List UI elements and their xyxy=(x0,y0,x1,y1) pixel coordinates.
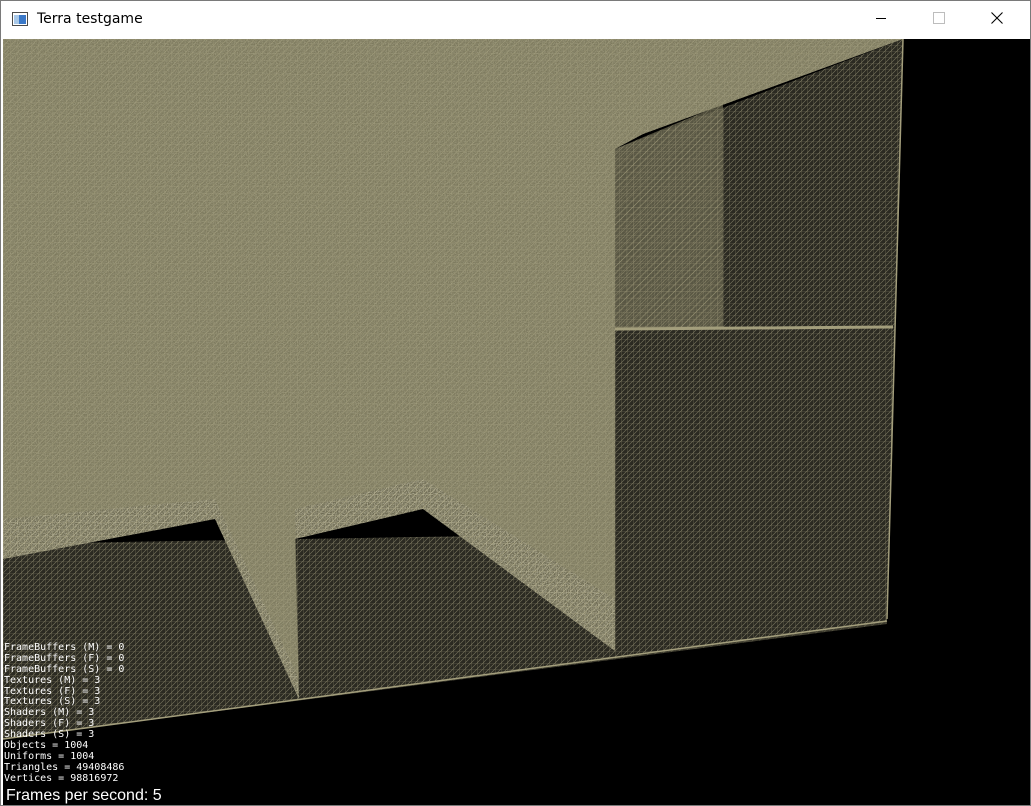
terrain-seam xyxy=(614,325,894,331)
minimize-icon xyxy=(875,11,887,29)
title-bar[interactable]: Terra testgame xyxy=(1,1,1030,38)
render-viewport[interactable]: FrameBuffers (M) = 0 FrameBuffers (F) = 0… xyxy=(3,39,1030,805)
fps-counter: Frames per second: 5 xyxy=(6,787,162,804)
maximize-icon xyxy=(933,11,945,29)
maximize-button[interactable] xyxy=(910,1,968,38)
close-icon xyxy=(991,11,1003,29)
window-title: Terra testgame xyxy=(37,11,143,27)
minimize-button[interactable] xyxy=(852,1,910,38)
terrain-render xyxy=(3,39,904,740)
game-window: Terra testgame FrameBuffers (M) = 0 Fram… xyxy=(0,0,1031,806)
app-window-icon[interactable] xyxy=(12,12,28,26)
render-stats-overlay: FrameBuffers (M) = 0 FrameBuffers (F) = 0… xyxy=(4,642,124,785)
close-button[interactable] xyxy=(968,1,1026,38)
stat-line: Textures (M) = 3 xyxy=(4,674,101,686)
terrain-right-wall-mesh xyxy=(615,39,903,651)
stat-line: Vertices = 98816972 xyxy=(4,772,119,784)
